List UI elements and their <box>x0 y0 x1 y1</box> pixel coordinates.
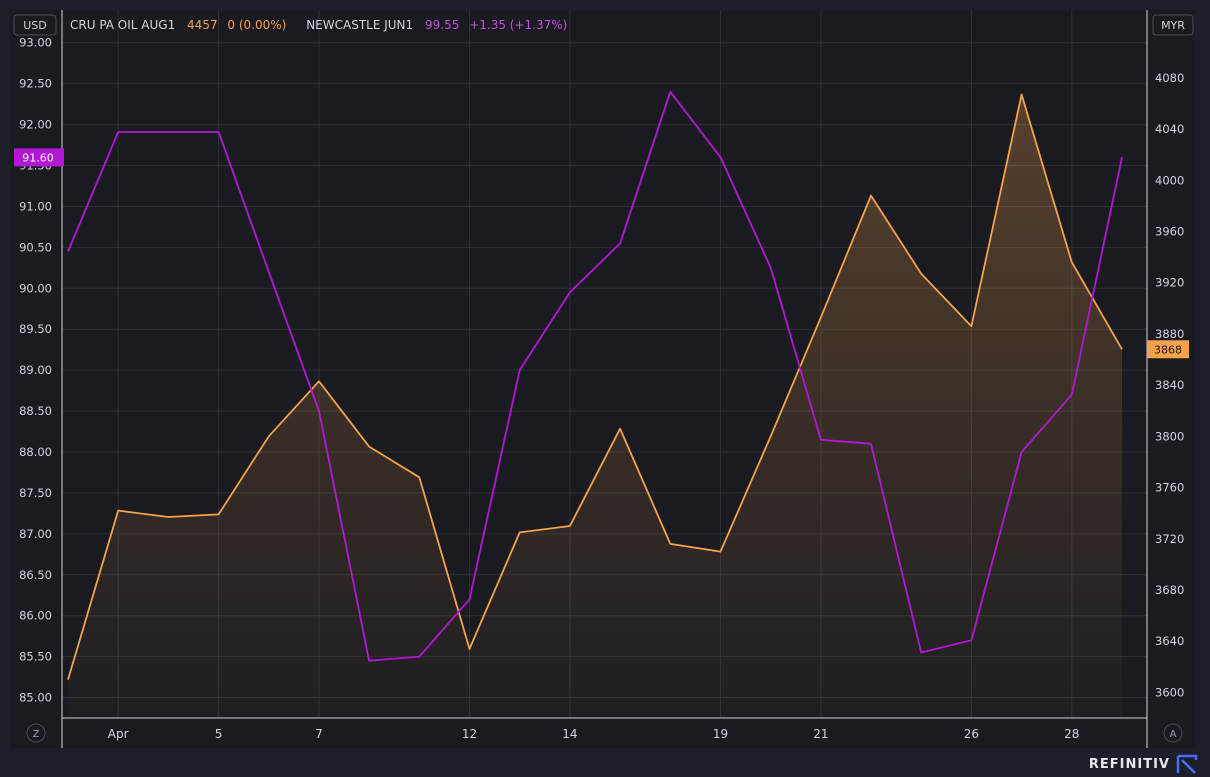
right-tick-label: 3880 <box>1155 327 1184 341</box>
right-axis-ticks: 4120408040404000396039203880384038003760… <box>1155 20 1184 700</box>
auto-scale-label: A <box>1170 729 1177 740</box>
legend: CRU PA OIL AUG1 4457 0 (0.00%) NEWCASTLE… <box>70 18 567 32</box>
left-tick-label: 85.50 <box>19 650 52 664</box>
left-tick-label: 86.50 <box>19 568 52 582</box>
myr-button[interactable]: MYR <box>1152 14 1194 36</box>
right-tick-label: 3960 <box>1155 224 1184 238</box>
legend-series1-value: 4457 <box>187 18 218 32</box>
left-tick-label: 87.00 <box>19 527 52 541</box>
legend-series2-value: 99.55 <box>425 18 459 32</box>
left-tick-label: 86.00 <box>19 609 52 623</box>
x-tick-label: 19 <box>713 727 728 741</box>
right-price-tag: 3868 <box>1147 340 1189 359</box>
myr-label: MYR <box>1161 19 1185 32</box>
right-tick-label: 3920 <box>1155 276 1184 290</box>
legend-series1-name: CRU PA OIL AUG1 <box>70 18 175 32</box>
chart-svg: 93.0092.5092.0091.5091.0090.5090.0089.50… <box>13 10 1194 748</box>
x-tick-label: 12 <box>462 727 477 741</box>
x-tick-label: 26 <box>964 727 979 741</box>
x-axis-ticks: Apr 5 7 12 14 19 21 26 28 <box>108 727 1080 741</box>
left-tick-label: 85.00 <box>19 691 52 705</box>
brand-name: REFINITIV <box>1088 756 1170 772</box>
left-tick-label: 92.00 <box>19 118 52 132</box>
brand-logo: REFINITIV <box>1089 753 1198 775</box>
right-tick-label: 3600 <box>1155 685 1184 699</box>
right-price-tag-label: 3868 <box>1154 343 1182 356</box>
left-tick-label: 91.00 <box>19 199 52 213</box>
refinitiv-logo-icon <box>1176 754 1198 774</box>
legend-series1-change: 0 (0.00%) <box>227 18 286 32</box>
auto-scale-button[interactable]: A <box>1163 723 1183 743</box>
x-tick-label: 7 <box>315 727 323 741</box>
chart-area: 93.0092.5092.0091.5091.0090.5090.0089.50… <box>10 10 1195 748</box>
legend-series2-name: NEWCASTLE JUN1 <box>306 18 413 32</box>
right-tick-label: 4040 <box>1155 122 1184 136</box>
legend-series2-change: +1.35 (+1.37%) <box>469 18 567 32</box>
right-tick-label: 3640 <box>1155 634 1184 648</box>
right-tick-label: 3680 <box>1155 583 1184 597</box>
left-tick-label: 92.50 <box>19 77 52 91</box>
x-tick-label: 14 <box>562 727 577 741</box>
left-price-tag-label: 91.60 <box>22 151 54 164</box>
right-tick-label: 3840 <box>1155 378 1184 392</box>
usd-button[interactable]: USD <box>13 14 57 36</box>
left-tick-label: 90.50 <box>19 240 52 254</box>
x-tick-label: 5 <box>215 727 223 741</box>
right-tick-label: 3800 <box>1155 429 1184 443</box>
usd-label: USD <box>23 19 47 32</box>
left-tick-label: 88.50 <box>19 404 52 418</box>
left-tick-label: 89.00 <box>19 363 52 377</box>
left-tick-label: 88.00 <box>19 445 52 459</box>
series-area-orange <box>68 94 1122 718</box>
left-tick-label: 90.00 <box>19 281 52 295</box>
x-tick-label: 28 <box>1064 727 1079 741</box>
left-price-tag: 91.60 <box>14 148 64 167</box>
right-tick-label: 4080 <box>1155 71 1184 85</box>
right-tick-label: 3760 <box>1155 481 1184 495</box>
left-tick-label: 87.50 <box>19 486 52 500</box>
left-tick-label: 89.50 <box>19 322 52 336</box>
x-tick-label: 21 <box>813 727 828 741</box>
left-tick-label: 93.00 <box>19 36 52 50</box>
right-tick-label: 4000 <box>1155 173 1184 187</box>
area-layer <box>68 94 1122 718</box>
log-scale-label: Z <box>33 729 40 740</box>
log-scale-button[interactable]: Z <box>26 723 46 743</box>
right-tick-label: 3720 <box>1155 532 1184 546</box>
x-tick-label: Apr <box>108 727 129 741</box>
left-axis-ticks: 93.0092.5092.0091.5091.0090.5090.0089.50… <box>19 36 52 705</box>
